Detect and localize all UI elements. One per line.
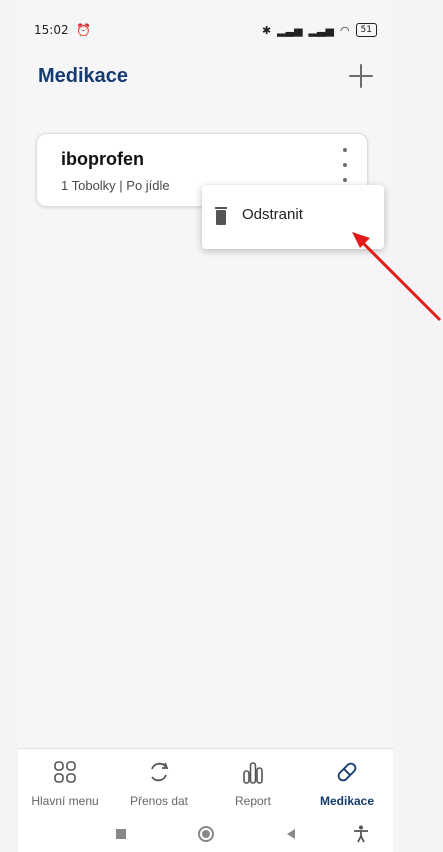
status-time: 15:02 <box>34 23 69 37</box>
status-icons: ✱ ▂▃▅ ▂▃▅ ◠ 51 <box>262 23 377 37</box>
accessibility-icon[interactable] <box>351 824 371 844</box>
nav-item-transfer[interactable]: Přenos dat <box>112 749 206 817</box>
add-medication-button[interactable] <box>347 62 375 90</box>
medication-details: 1 Tobolky | Po jídle <box>61 178 170 193</box>
medication-name: iboprofen <box>61 149 144 169</box>
bluetooth-icon: ✱ <box>261 23 272 37</box>
sync-icon <box>151 762 169 782</box>
nav-item-home[interactable]: Hlavní menu <box>18 749 112 817</box>
trash-icon <box>215 207 227 225</box>
more-options-icon[interactable] <box>339 148 351 182</box>
status-bar: 15:02 ⏰ ✱ ▂▃▅ ▂▃▅ ◠ 51 <box>34 20 377 40</box>
nav-label-report: Report <box>234 794 272 808</box>
kebab-dot <box>343 178 347 182</box>
battery-icon: 51 <box>355 23 377 37</box>
recent-apps-icon[interactable] <box>111 824 131 844</box>
nav-item-medication[interactable]: Medikace <box>300 749 394 817</box>
nav-label-home: Hlavní menu <box>31 794 99 808</box>
nav-item-report[interactable]: Report <box>206 749 300 817</box>
phone-screen: 15:02 ⏰ ✱ ▂▃▅ ▂▃▅ ◠ 51 Medikace iboprofe… <box>18 0 393 852</box>
back-icon[interactable] <box>281 824 301 844</box>
page-title: Medikace <box>38 64 129 87</box>
chart-icon <box>243 762 263 784</box>
wifi-icon: ◠ <box>339 23 350 37</box>
status-time-group: 15:02 ⏰ <box>34 23 91 37</box>
nav-label-medication: Medikace <box>319 794 375 808</box>
red-arrow-annotation <box>352 232 442 322</box>
bottom-navigation: Hlavní menu Přenos dat Report Medikace <box>18 748 393 817</box>
delete-label: Odstranit <box>242 206 303 223</box>
app-header: Medikace <box>38 58 375 94</box>
pill-icon <box>337 762 357 782</box>
signal-2-icon: ▂▃▅ <box>308 23 334 37</box>
signal-icon: ▂▃▅ <box>277 23 303 37</box>
kebab-dot <box>343 148 347 152</box>
home-icon[interactable] <box>196 824 216 844</box>
grid-icon <box>54 761 76 783</box>
alarm-icon: ⏰ <box>76 23 92 37</box>
kebab-dot <box>343 163 347 167</box>
system-navigation-bar <box>18 816 393 852</box>
nav-label-transfer: Přenos dat <box>129 794 189 808</box>
